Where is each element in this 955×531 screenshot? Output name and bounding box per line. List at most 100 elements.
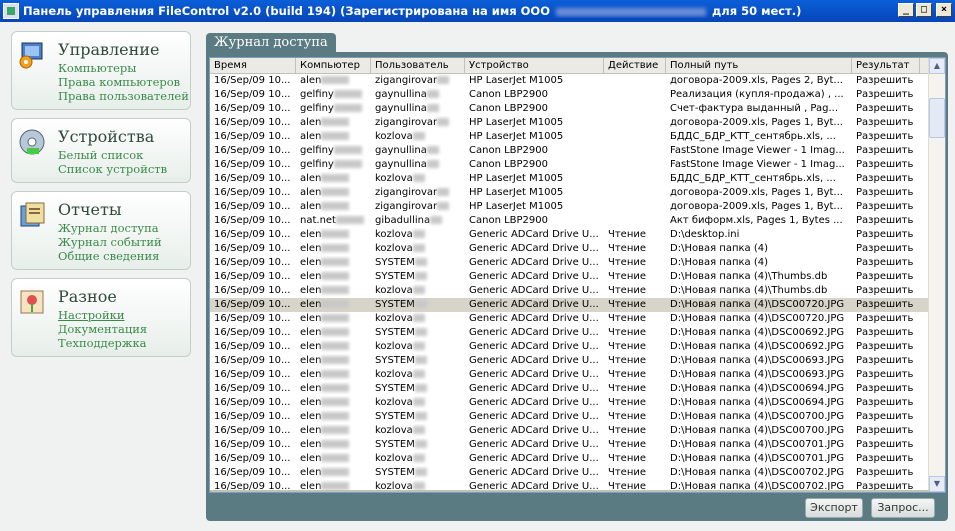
close-button[interactable]: ×: [936, 3, 952, 17]
cell-text: 16/Sep/09 10...: [214, 187, 291, 198]
scroll-thumb[interactable]: [929, 98, 945, 138]
minimize-button[interactable]: _: [898, 3, 914, 17]
table-cell: 16/Sep/09 10...: [210, 298, 296, 312]
sidebar-link[interactable]: Права компьютеров: [58, 75, 190, 89]
table-row[interactable]: 16/Sep/09 10... elen kozlova Generic ADCard…: [210, 396, 945, 410]
table-cell: Generic ADCard Drive U...: [465, 396, 604, 410]
table-cell: gelfiny: [296, 144, 371, 158]
table-cell: SYSTEM: [371, 410, 465, 424]
table-row[interactable]: 16/Sep/09 10... alen zigangirovar HP LaserJ…: [210, 116, 945, 130]
sidebar-group-title[interactable]: Разное: [58, 287, 190, 306]
column-header[interactable]: Пользователь: [371, 58, 465, 73]
cell-text: договора-2009.xls, Pages 1, Byt...: [670, 117, 843, 128]
cell-text: Generic ADCard Drive U...: [469, 271, 599, 282]
query-button[interactable]: Запрос...: [871, 498, 935, 518]
table-cell: Разрешить: [852, 298, 920, 312]
table-row[interactable]: 16/Sep/09 10... elen SYSTEM Generic ADCard …: [210, 466, 945, 480]
table-cell: Разрешить: [852, 284, 920, 298]
sidebar-group-title[interactable]: Отчеты: [58, 200, 190, 219]
sidebar-link[interactable]: Техподдержка: [58, 336, 190, 350]
horizontal-scrollbar[interactable]: [210, 490, 930, 492]
column-header[interactable]: Компьютер: [296, 58, 371, 73]
table-row[interactable]: 16/Sep/09 10... elen kozlova Generic ADCard…: [210, 424, 945, 438]
table-cell: kozlova: [371, 312, 465, 326]
column-header[interactable]: Действие: [604, 58, 666, 73]
cell-text: Generic ADCard Drive U...: [469, 313, 599, 324]
table-row[interactable]: 16/Sep/09 10... elen kozlova Generic ADCard…: [210, 452, 945, 466]
cell-text: 16/Sep/09 10...: [214, 411, 291, 422]
table-cell: elen: [296, 438, 371, 452]
sidebar-link[interactable]: Документация: [58, 322, 190, 336]
table-cell: gelfiny: [296, 158, 371, 172]
cell-text: Canon LBP2900: [469, 159, 548, 170]
cell-text: 16/Sep/09 10...: [214, 173, 291, 184]
table-cell: D:\Новая папка (4)\DSC00694.JPG: [666, 396, 852, 410]
cell-text: SYSTEM: [375, 355, 415, 366]
table-cell: elen: [296, 242, 371, 256]
cell-text: Чтение: [608, 257, 647, 268]
column-header[interactable]: Время: [210, 58, 296, 73]
table-row[interactable]: 16/Sep/09 10... elen kozlova Generic ADCard…: [210, 340, 945, 354]
table-cell: Разрешить: [852, 312, 920, 326]
sidebar-link[interactable]: Белый список: [58, 148, 190, 162]
table-cell: HP LaserJet M1005: [465, 186, 604, 200]
table-row[interactable]: 16/Sep/09 10... alen zigangirovar HP LaserJ…: [210, 74, 945, 88]
table-cell: Разрешить: [852, 256, 920, 270]
sidebar-link[interactable]: Журнал доступа: [58, 221, 190, 235]
sidebar-link[interactable]: Общие сведения: [58, 249, 190, 263]
table-row[interactable]: 16/Sep/09 10... elen kozlova Generic ADCard…: [210, 242, 945, 256]
sidebar-group-title[interactable]: Устройства: [58, 127, 190, 146]
column-header[interactable]: Результат: [852, 58, 920, 73]
sidebar-link[interactable]: Права пользователей: [58, 89, 190, 103]
table-row[interactable]: 16/Sep/09 10... elen SYSTEM Generic ADCard …: [210, 326, 945, 340]
table-cell: БДДС_БДР_КТТ_сентябрь.xls, ...: [666, 172, 852, 186]
maximize-button[interactable]: □: [916, 3, 932, 17]
table-row[interactable]: 16/Sep/09 10... elen kozlova Generic ADCard…: [210, 312, 945, 326]
scroll-down-icon[interactable]: ▼: [929, 476, 945, 492]
table-row[interactable]: 16/Sep/09 10... alen kozlova HP LaserJet M1…: [210, 172, 945, 186]
table-row[interactable]: 16/Sep/09 10... gelfiny gaynullina Canon LB…: [210, 88, 945, 102]
table-row[interactable]: 16/Sep/09 10... elen kozlova Generic ADCard…: [210, 228, 945, 242]
sidebar-link[interactable]: Список устройств: [58, 162, 190, 176]
redacted-text: [412, 426, 425, 434]
sidebar-group-title[interactable]: Управление: [58, 40, 190, 59]
table-cell: Generic ADCard Drive U...: [465, 284, 604, 298]
sidebar-link[interactable]: Журнал событий: [58, 235, 190, 249]
column-header[interactable]: Устройство: [465, 58, 604, 73]
table-cell: Разрешить: [852, 424, 920, 438]
scroll-up-icon[interactable]: ▲: [929, 58, 945, 74]
cell-text: D:\Новая папка (4)\DSC00701.JPG: [670, 453, 845, 464]
table-row[interactable]: 16/Sep/09 10... elen SYSTEM Generic ADCard …: [210, 256, 945, 270]
table-row[interactable]: 16/Sep/09 10... elen SYSTEM Generic ADCard …: [210, 354, 945, 368]
cell-text: договора-2009.xls, Pages 2, Byt...: [670, 75, 843, 86]
table-row[interactable]: 16/Sep/09 10... elen SYSTEM Generic ADCard …: [210, 382, 945, 396]
table-row[interactable]: 16/Sep/09 10... alen zigangirovar HP LaserJ…: [210, 186, 945, 200]
table-row[interactable]: 16/Sep/09 10... elen kozlova Generic ADCard…: [210, 284, 945, 298]
table-row[interactable]: 16/Sep/09 10... elen kozlova Generic ADCard…: [210, 368, 945, 382]
cell-text: Generic ADCard Drive U...: [469, 257, 599, 268]
table-row[interactable]: 16/Sep/09 10... elen SYSTEM Generic ADCard …: [210, 270, 945, 284]
table-cell: Чтение: [604, 354, 666, 368]
table-row[interactable]: 16/Sep/09 10... alen zigangirovar HP LaserJ…: [210, 200, 945, 214]
cell-text: HP LaserJet M1005: [469, 117, 564, 128]
table-row[interactable]: 16/Sep/09 10... elen SYSTEM Generic ADCard …: [210, 410, 945, 424]
cell-text: D:\Новая папка (4)\DSC00702.JPG: [670, 467, 845, 478]
redacted-text: [321, 412, 350, 420]
table-row[interactable]: 16/Sep/09 10... gelfiny gaynullina Canon LB…: [210, 158, 945, 172]
table-row[interactable]: 16/Sep/09 10... elen SYSTEM Generic ADCard …: [210, 438, 945, 452]
table-cell: Разрешить: [852, 200, 920, 214]
table-row[interactable]: 16/Sep/09 10... gelfiny gaynullina Canon LB…: [210, 102, 945, 116]
table-row[interactable]: 16/Sep/09 10... alen kozlova HP LaserJet M1…: [210, 130, 945, 144]
column-header[interactable]: Полный путь: [666, 58, 852, 73]
sidebar-link[interactable]: Настройки: [58, 308, 190, 322]
table-cell: Разрешить: [852, 158, 920, 172]
export-button[interactable]: Экспорт: [805, 498, 863, 518]
sidebar-link[interactable]: Компьютеры: [58, 61, 190, 75]
tab-access-journal[interactable]: Журнал доступа: [206, 33, 336, 53]
table-row[interactable]: 16/Sep/09 10... nat.net gibadullina Canon L…: [210, 214, 945, 228]
vertical-scrollbar[interactable]: ▲ ▼: [928, 58, 945, 492]
table-row[interactable]: 16/Sep/09 10... elen SYSTEM Generic ADCard …: [210, 298, 945, 312]
table-row[interactable]: 16/Sep/09 10... gelfiny gaynullina Canon LB…: [210, 144, 945, 158]
cell-text: zigangirovar: [375, 117, 438, 128]
table-cell: 16/Sep/09 10...: [210, 396, 296, 410]
